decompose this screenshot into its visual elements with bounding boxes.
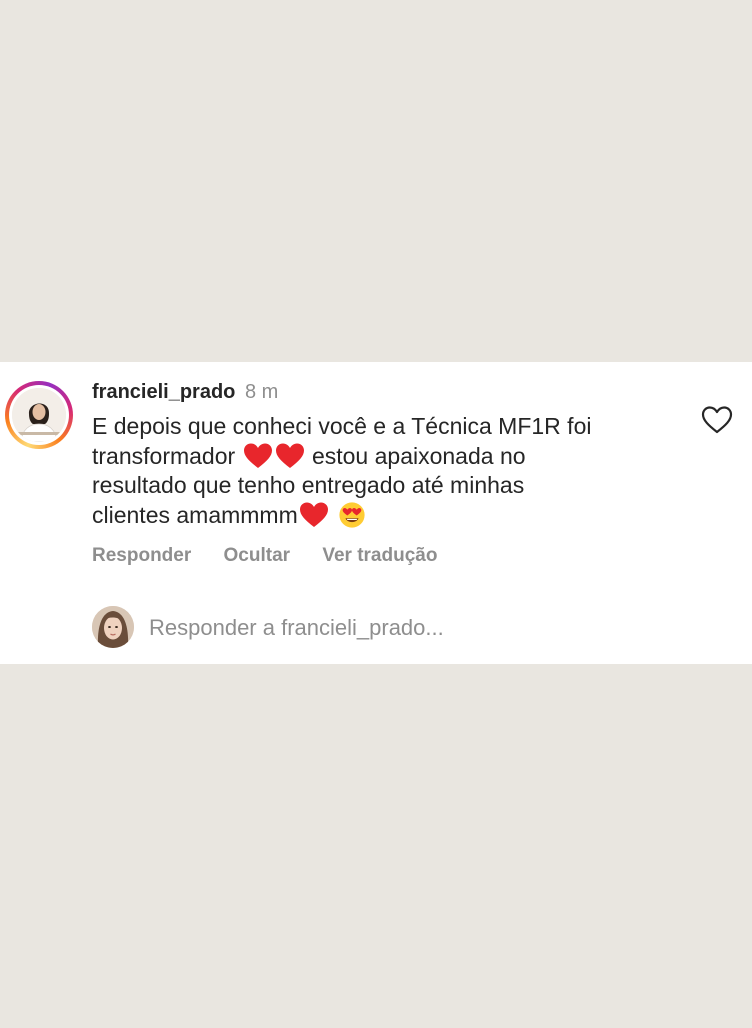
page: francieli_prado 8 m E depois que conheci… (0, 0, 752, 1028)
current-user-avatar-image (92, 606, 134, 648)
comment-text-line-4: clientes amammmm (92, 501, 298, 528)
like-comment-button[interactable] (700, 404, 734, 436)
comment-text: E depois que conheci você e a Técnica MF… (92, 412, 672, 530)
avatar-photo (12, 388, 66, 442)
heart-eyes-emoji-icon (339, 501, 365, 528)
commenter-avatar[interactable] (5, 381, 73, 449)
hide-button[interactable]: Ocultar (224, 545, 291, 566)
red-heart-emoji-icon (243, 443, 272, 468)
comment-username[interactable]: francieli_prado (92, 381, 235, 403)
comment-text-line-3: resultado que tenho entregado até minhas (92, 472, 525, 498)
comment-text-line-2b: estou apaixonada no (311, 442, 526, 469)
comment-text-line-1: E depois que conheci você e a Técnica MF… (92, 413, 592, 439)
reply-box: Responder a francieli_prado... (92, 606, 692, 648)
comment-header: francieli_prado 8 m (92, 380, 278, 404)
comment-timestamp: 8 m (244, 381, 279, 403)
comment-text-line-2a: transformador (92, 442, 236, 469)
red-heart-emoji-icon (275, 443, 304, 468)
heart-outline-icon (701, 406, 733, 434)
current-user-avatar (92, 606, 134, 648)
reply-input[interactable]: Responder a francieli_prado... (149, 615, 444, 641)
avatar-image (12, 388, 66, 442)
comment-card: francieli_prado 8 m E depois que conheci… (0, 362, 752, 664)
red-heart-emoji-icon (299, 502, 328, 527)
reply-button[interactable]: Responder (92, 545, 191, 566)
see-translation-button[interactable]: Ver tradução (322, 545, 437, 566)
comment-actions: Responder Ocultar Ver tradução (92, 544, 464, 568)
